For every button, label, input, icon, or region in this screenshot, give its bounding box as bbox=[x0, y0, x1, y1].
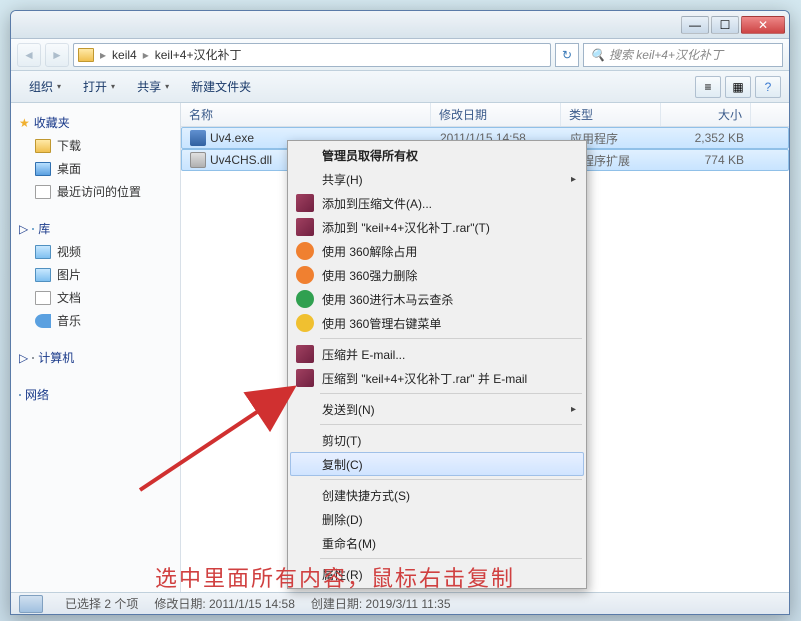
ctx-delete[interactable]: 删除(D) bbox=[290, 507, 584, 531]
desktop-icon bbox=[35, 162, 51, 176]
computer-icon bbox=[32, 357, 34, 359]
sidebar-item-documents[interactable]: 文档 bbox=[15, 286, 176, 309]
ctx-separator bbox=[320, 479, 582, 480]
ctx-rename[interactable]: 重命名(M) bbox=[290, 531, 584, 555]
sidebar-item-pictures[interactable]: 图片 bbox=[15, 263, 176, 286]
music-icon bbox=[35, 314, 51, 328]
ctx-360-forcedel[interactable]: 使用 360强力删除 bbox=[290, 263, 584, 287]
open-button[interactable]: 打开▾ bbox=[73, 74, 125, 99]
titlebar: — ☐ ✕ bbox=[11, 11, 789, 39]
col-type[interactable]: 类型 bbox=[561, 103, 661, 126]
ctx-add-rar[interactable]: 添加到 "keil+4+汉化补丁.rar"(T) bbox=[290, 215, 584, 239]
close-button[interactable]: ✕ bbox=[741, 16, 785, 34]
sidebar-computer[interactable]: ▷计算机 bbox=[15, 346, 176, 369]
network-icon bbox=[19, 394, 21, 396]
ctx-separator bbox=[320, 338, 582, 339]
rar-icon bbox=[296, 218, 314, 236]
ctx-zip-email-named[interactable]: 压缩到 "keil+4+汉化补丁.rar" 并 E-mail bbox=[290, 366, 584, 390]
ctx-360-cloudscan[interactable]: 使用 360进行木马云查杀 bbox=[290, 287, 584, 311]
library-icon bbox=[32, 228, 34, 230]
help-button[interactable]: ? bbox=[755, 76, 781, 98]
maximize-button[interactable]: ☐ bbox=[711, 16, 739, 34]
submenu-arrow-icon: ▸ bbox=[571, 174, 576, 185]
ctx-cut[interactable]: 剪切(T) bbox=[290, 428, 584, 452]
sidebar-item-downloads[interactable]: 下载 bbox=[15, 134, 176, 157]
sidebar-item-videos[interactable]: 视频 bbox=[15, 240, 176, 263]
sidebar-network[interactable]: 网络 bbox=[15, 383, 176, 406]
recent-icon bbox=[35, 185, 51, 199]
folder-icon bbox=[78, 48, 94, 62]
new-folder-button[interactable]: 新建文件夹 bbox=[181, 74, 261, 99]
360-icon bbox=[296, 242, 314, 260]
address-bar[interactable]: ▸ keil4 ▸ keil+4+汉化补丁 bbox=[73, 43, 551, 67]
rar-icon bbox=[296, 345, 314, 363]
sidebar-favorites[interactable]: ★收藏夹 bbox=[15, 111, 176, 134]
status-created: 创建日期: 2019/3/11 11:35 bbox=[311, 595, 451, 612]
star-icon: ★ bbox=[19, 116, 30, 130]
ctx-separator bbox=[320, 558, 582, 559]
ctx-admin-own[interactable]: 管理员取得所有权 bbox=[290, 143, 584, 167]
context-menu: 管理员取得所有权 共享(H)▸ 添加到压缩文件(A)... 添加到 "keil+… bbox=[287, 140, 587, 589]
360-icon bbox=[296, 266, 314, 284]
breadcrumb-sep: ▸ bbox=[141, 48, 151, 62]
back-button[interactable]: ◄ bbox=[17, 43, 41, 67]
annotation-caption: 选中里面所有内容，鼠标右击复制 bbox=[155, 561, 515, 593]
ctx-separator bbox=[320, 393, 582, 394]
share-button[interactable]: 共享▾ bbox=[127, 74, 179, 99]
submenu-arrow-icon: ▸ bbox=[571, 404, 576, 415]
exe-icon bbox=[190, 130, 206, 146]
expand-icon: ▷ bbox=[19, 222, 28, 236]
rar-icon bbox=[296, 369, 314, 387]
toolbar: 组织▾ 打开▾ 共享▾ 新建文件夹 ≡ ▦ ? bbox=[11, 71, 789, 103]
360-icon bbox=[296, 314, 314, 332]
ctx-add-archive[interactable]: 添加到压缩文件(A)... bbox=[290, 191, 584, 215]
document-icon bbox=[35, 291, 51, 305]
folder-icon bbox=[35, 139, 51, 153]
dll-icon bbox=[190, 152, 206, 168]
sidebar-libraries[interactable]: ▷库 bbox=[15, 217, 176, 240]
status-bar: 已选择 2 个项 修改日期: 2011/1/15 14:58 创建日期: 201… bbox=[11, 592, 789, 614]
minimize-button[interactable]: — bbox=[681, 16, 709, 34]
ctx-sendto[interactable]: 发送到(N)▸ bbox=[290, 397, 584, 421]
ctx-separator bbox=[320, 424, 582, 425]
col-date[interactable]: 修改日期 bbox=[431, 103, 561, 126]
col-size[interactable]: 大小 bbox=[661, 103, 751, 126]
sidebar-item-desktop[interactable]: 桌面 bbox=[15, 157, 176, 180]
search-placeholder: 搜索 keil+4+汉化补丁 bbox=[609, 46, 723, 63]
rar-icon bbox=[296, 194, 314, 212]
status-modified: 修改日期: 2011/1/15 14:58 bbox=[154, 595, 295, 612]
status-selection: 已选择 2 个项 bbox=[65, 595, 138, 612]
ctx-copy[interactable]: 复制(C) bbox=[290, 452, 584, 476]
video-icon bbox=[35, 245, 51, 259]
breadcrumb-seg[interactable]: keil+4+汉化补丁 bbox=[151, 44, 246, 65]
sidebar: ★收藏夹 下载 桌面 最近访问的位置 ▷库 视频 图片 文档 音乐 ▷计算机 网… bbox=[11, 103, 181, 592]
search-icon: 🔍 bbox=[590, 48, 605, 62]
organize-button[interactable]: 组织▾ bbox=[19, 74, 71, 99]
picture-icon bbox=[35, 268, 51, 282]
ctx-360-unlock[interactable]: 使用 360解除占用 bbox=[290, 239, 584, 263]
col-name[interactable]: 名称 bbox=[181, 103, 431, 126]
refresh-button[interactable]: ↻ bbox=[555, 43, 579, 67]
status-icon bbox=[19, 595, 43, 613]
expand-icon: ▷ bbox=[19, 351, 28, 365]
ctx-share[interactable]: 共享(H)▸ bbox=[290, 167, 584, 191]
ctx-shortcut[interactable]: 创建快捷方式(S) bbox=[290, 483, 584, 507]
ctx-360-rmenu[interactable]: 使用 360管理右键菜单 bbox=[290, 311, 584, 335]
breadcrumb-seg[interactable]: keil4 bbox=[108, 46, 141, 64]
navbar: ◄ ► ▸ keil4 ▸ keil+4+汉化补丁 ↻ 🔍 搜索 keil+4+… bbox=[11, 39, 789, 71]
preview-button[interactable]: ▦ bbox=[725, 76, 751, 98]
forward-button[interactable]: ► bbox=[45, 43, 69, 67]
column-headers: 名称 修改日期 类型 大小 bbox=[181, 103, 789, 127]
ctx-zip-email[interactable]: 压缩并 E-mail... bbox=[290, 342, 584, 366]
view-button[interactable]: ≡ bbox=[695, 76, 721, 98]
sidebar-item-recent[interactable]: 最近访问的位置 bbox=[15, 180, 176, 203]
breadcrumb-sep: ▸ bbox=[98, 48, 108, 62]
360-icon bbox=[296, 290, 314, 308]
sidebar-item-music[interactable]: 音乐 bbox=[15, 309, 176, 332]
search-input[interactable]: 🔍 搜索 keil+4+汉化补丁 bbox=[583, 43, 783, 67]
